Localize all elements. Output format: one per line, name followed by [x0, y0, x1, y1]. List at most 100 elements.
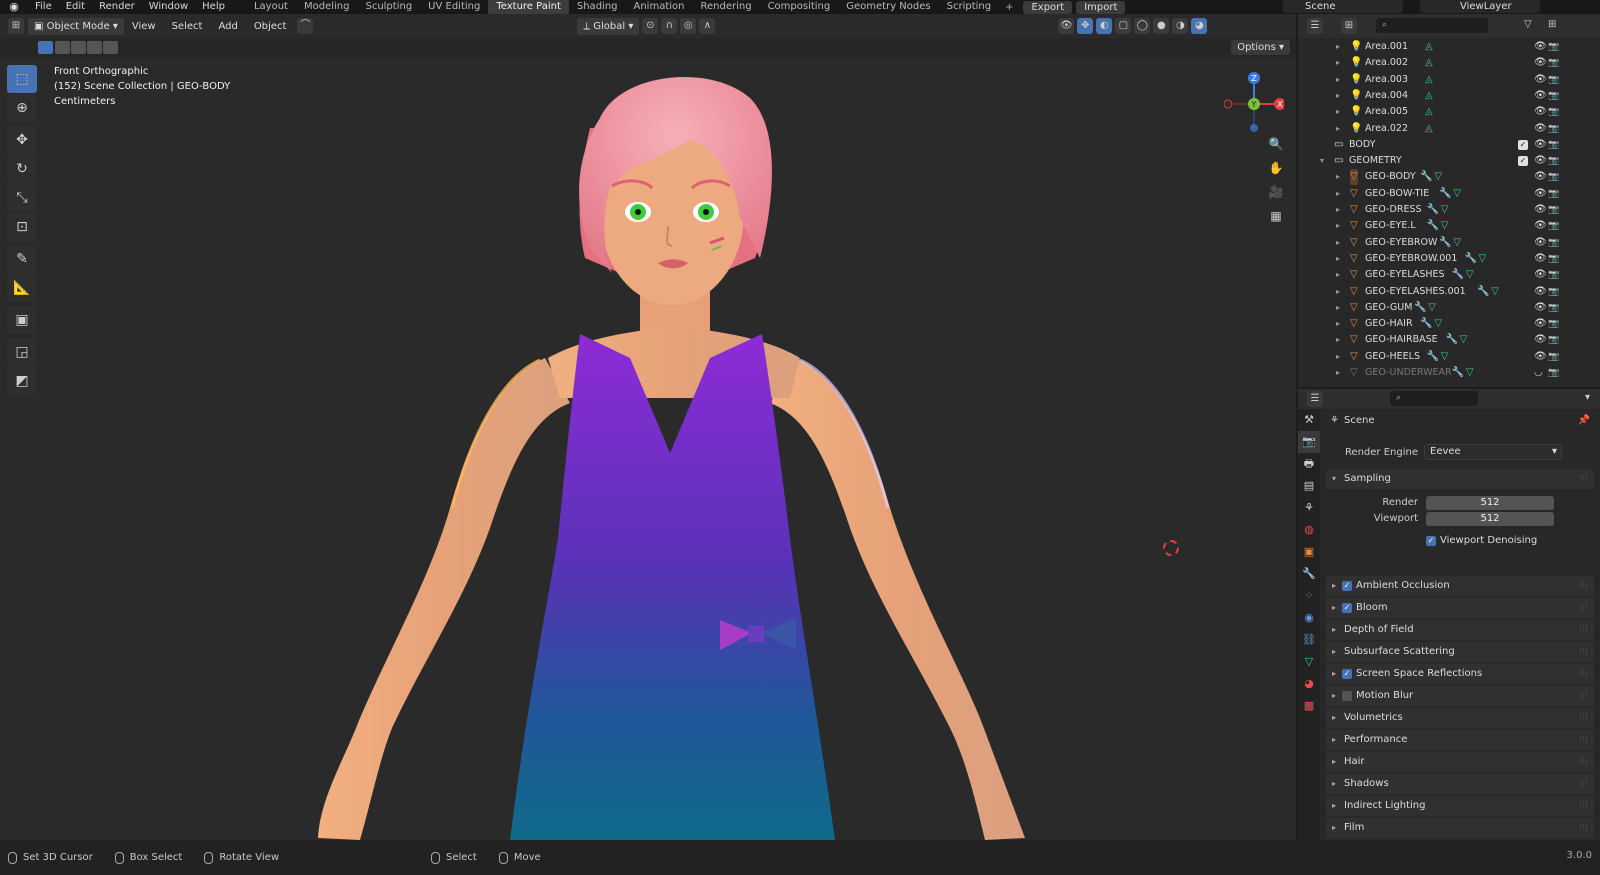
render-engine-select[interactable]: Eevee ▾ [1424, 444, 1562, 460]
tab-shading[interactable]: Shading [569, 0, 626, 14]
expand-arrow-icon[interactable]: ▸ [1336, 218, 1340, 234]
drag-grip-icon[interactable]: ⁝⁝⁝ [1579, 818, 1588, 838]
options-button[interactable]: Options ▾ [1231, 40, 1290, 55]
menu-render[interactable]: Render [92, 0, 142, 14]
mesh-data-icon[interactable]: ▽ [1441, 349, 1449, 365]
shadows-panel[interactable]: ▸ Shadows ⁝⁝⁝ [1326, 774, 1594, 794]
particles-tab-icon[interactable]: ⁘ [1298, 585, 1320, 607]
mesh-data-icon[interactable]: ▽ [1428, 300, 1436, 316]
collection-checkbox[interactable]: ✓ [1518, 139, 1528, 150]
eye-icon[interactable]: 👁 [1534, 186, 1547, 202]
ortho-grid-icon[interactable]: ▦ [1266, 206, 1286, 226]
outliner-row-object[interactable]: ▸ ▽ GEO-BOW-TIE 🔧 ▽ 👁 📷 [1298, 186, 1600, 202]
tab-modeling[interactable]: Modeling [296, 0, 358, 14]
snapping-icon[interactable]: ∩ [661, 18, 678, 34]
shading-solid-icon[interactable]: ● [1153, 18, 1170, 34]
render-camera-icon[interactable]: 📷 [1548, 284, 1559, 300]
menu-select[interactable]: Select [164, 18, 211, 35]
eye-icon[interactable]: 👁 [1534, 169, 1547, 185]
texture-tab-icon[interactable]: ▩ [1298, 695, 1320, 717]
outliner-row-object[interactable]: ▸ ▽ GEO-GUM 🔧 ▽ 👁 📷 [1298, 300, 1600, 316]
tab-rendering[interactable]: Rendering [692, 0, 759, 14]
select-extend-icon[interactable] [55, 41, 70, 54]
eye-icon[interactable]: 👁 [1534, 300, 1547, 316]
render-camera-icon[interactable]: 📷 [1548, 251, 1559, 267]
expand-arrow-icon[interactable]: ▸ [1336, 121, 1340, 137]
outliner-row-object[interactable]: ▸ ▽ GEO-BODY 🔧 ▽ 👁 📷 [1298, 169, 1600, 186]
camera-view-icon[interactable]: 🎥 [1266, 182, 1286, 202]
eye-icon[interactable]: 👁 [1534, 153, 1547, 169]
drag-grip-icon[interactable]: ⁝⁝⁝ [1579, 642, 1588, 662]
outliner-row-light[interactable]: ▸ 💡 Area.004 ◬ 👁 📷 [1298, 88, 1600, 104]
drag-grip-icon[interactable]: ⁝⁝⁝ [1579, 576, 1588, 596]
object-tab-icon[interactable]: ▣ [1298, 541, 1320, 563]
expand-arrow-icon[interactable]: ▸ [1336, 169, 1340, 185]
expand-arrow-icon[interactable]: ▾ [1320, 153, 1324, 169]
render-camera-icon[interactable]: 📷 [1548, 55, 1559, 71]
eye-icon[interactable]: 👁 [1534, 72, 1547, 88]
outliner-row-object[interactable]: ▸ ▽ GEO-EYELASHES 🔧 ▽ 👁 📷 [1298, 267, 1600, 283]
tab-texture-paint[interactable]: Texture Paint [488, 0, 569, 14]
drag-grip-icon[interactable]: ⁝⁝⁝ [1579, 730, 1588, 750]
mesh-data-icon[interactable]: ▽ [1460, 332, 1468, 348]
modifier-icon[interactable]: 🔧 [1465, 251, 1477, 267]
eye-icon[interactable]: 👁 [1534, 316, 1547, 332]
render-camera-icon[interactable]: 📷 [1548, 121, 1559, 137]
collection-checkbox[interactable]: ✓ [1518, 156, 1528, 167]
outliner-row-light[interactable]: ▸ 💡 Area.003 ◬ 👁 📷 [1298, 72, 1600, 88]
drag-grip-icon[interactable]: ⁝⁝⁝ [1579, 774, 1588, 794]
ambient-occlusion-checkbox[interactable]: ✓ [1342, 581, 1352, 591]
eye-icon[interactable]: ◡ [1534, 365, 1543, 381]
menu-view[interactable]: View [124, 18, 164, 35]
eye-icon[interactable]: 👁 [1534, 332, 1547, 348]
outliner-row-object[interactable]: ▸ ▽ GEO-HAIR 🔧 ▽ 👁 📷 [1298, 316, 1600, 332]
output-tab-icon[interactable]: 🖶 [1298, 453, 1320, 475]
modifier-icon[interactable]: 🔧 [1477, 284, 1489, 300]
eye-icon[interactable]: 👁 [1534, 267, 1547, 283]
expand-arrow-icon[interactable]: ▸ [1336, 202, 1340, 218]
export-button[interactable]: Export [1023, 0, 1073, 14]
material-tab-icon[interactable]: ◕ [1298, 673, 1320, 695]
expand-arrow-icon[interactable]: ▸ [1336, 39, 1340, 55]
eye-icon[interactable]: 👁 [1534, 121, 1547, 137]
screen-space-reflections-checkbox[interactable]: ✓ [1342, 669, 1352, 679]
menu-add[interactable]: Add [210, 18, 245, 35]
mode-selector[interactable]: ▣ Object Mode ▾ [28, 17, 124, 35]
view-layer-selector[interactable]: ViewLayer [1420, 0, 1540, 13]
gizmo-toggle-icon[interactable]: ✥ [1077, 18, 1094, 34]
mesh-data-icon[interactable]: ▽ [1466, 267, 1474, 283]
expand-arrow-icon[interactable]: ▸ [1336, 365, 1340, 381]
outliner-row-light[interactable]: ▸ 💡 Area.005 ◬ 👁 📷 [1298, 104, 1600, 120]
expand-arrow-icon[interactable]: ▸ [1336, 332, 1340, 348]
eye-icon[interactable]: 👁 [1534, 235, 1547, 251]
volumetrics-panel[interactable]: ▸ Volumetrics ⁝⁝⁝ [1326, 708, 1594, 728]
render-camera-icon[interactable]: 📷 [1548, 39, 1559, 55]
visibility-icon[interactable]: 👁 [1058, 18, 1075, 34]
mesh-data-icon[interactable]: ▽ [1441, 202, 1449, 218]
render-camera-icon[interactable]: 📷 [1548, 267, 1559, 283]
outliner-row-object[interactable]: ▸ ▽ GEO-EYE.L 🔧 ▽ 👁 📷 [1298, 218, 1600, 234]
depth-of-field-panel[interactable]: ▸ Depth of Field ⁝⁝⁝ [1326, 620, 1594, 640]
outliner-row-object[interactable]: ▸ ▽ GEO-EYEBROW.001 🔧 ▽ 👁 📷 [1298, 251, 1600, 267]
data-tab-icon[interactable]: ▽ [1298, 651, 1320, 673]
modifier-icon[interactable]: 🔧 [1414, 300, 1426, 316]
measure-tool-icon[interactable]: 📐 [7, 274, 37, 302]
navigation-gizmo[interactable]: Z X Y [1224, 64, 1284, 134]
select-invert-icon[interactable] [87, 41, 102, 54]
mesh-data-icon[interactable]: ▽ [1434, 169, 1442, 185]
scene-selector[interactable]: Scene [1283, 0, 1403, 13]
drag-grip-icon[interactable]: ⁝⁝⁝ [1579, 708, 1588, 728]
expand-arrow-icon[interactable]: ▸ [1336, 349, 1340, 365]
tab-geometry-nodes[interactable]: Geometry Nodes [838, 0, 938, 14]
drag-grip-icon[interactable]: ⁝⁝⁝ [1579, 620, 1588, 640]
expand-arrow-icon[interactable]: ▸ [1336, 104, 1340, 120]
mesh-data-icon[interactable]: ▽ [1434, 316, 1442, 332]
eye-icon[interactable]: 👁 [1534, 39, 1547, 55]
outliner-row-light[interactable]: ▸ 💡 Area.022 ◬ 👁 📷 [1298, 121, 1600, 137]
render-camera-icon[interactable]: 📷 [1548, 72, 1559, 88]
expand-arrow-icon[interactable]: ▸ [1336, 251, 1340, 267]
select-box-tool-icon[interactable]: ⬚ [7, 65, 37, 93]
xray-icon[interactable]: ▢ [1115, 18, 1132, 34]
mesh-data-icon[interactable]: ▽ [1491, 284, 1499, 300]
ambient-occlusion-panel[interactable]: ▸ ✓ Ambient Occlusion ⁝⁝⁝ [1326, 576, 1594, 596]
